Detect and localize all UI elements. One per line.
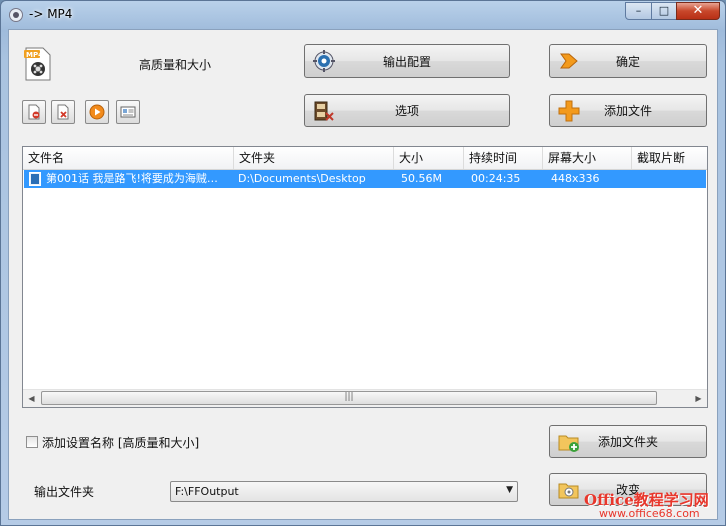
scroll-right-icon[interactable]: ▶ (690, 390, 707, 407)
file-list[interactable]: 文件名 文件夹 大小 持续时间 屏幕大小 截取片断 第001话 我是路飞!将要成… (22, 146, 708, 408)
options-button[interactable]: 选项 (304, 94, 510, 127)
horizontal-scrollbar[interactable]: ◀ ||| ▶ (23, 389, 707, 407)
title-bar[interactable]: -> MP4 – □ ✕ (1, 1, 725, 29)
output-config-label: 输出配置 (382, 54, 431, 69)
clip-cell (633, 170, 706, 188)
maximize-button[interactable]: □ (651, 2, 677, 20)
add-file-label: 添加文件 (603, 104, 652, 118)
column-header[interactable]: 持续时间 (464, 147, 543, 169)
output-folder-label: 输出文件夹 (34, 485, 95, 499)
play-button[interactable] (85, 100, 109, 124)
watermark-url: www.office68.com (599, 507, 700, 520)
column-header[interactable]: 文件夹 (234, 147, 394, 169)
table-row[interactable]: 第001话 我是路飞!将要成为海贼… D:\Documents\Desktop … (24, 170, 706, 188)
clear-button[interactable] (51, 100, 75, 124)
options-label: 选项 (394, 104, 419, 118)
size-cell: 50.56M (401, 172, 442, 185)
output-folder-value: F:\FFOutput (175, 485, 239, 498)
column-header[interactable]: 截取片断 (632, 147, 707, 169)
file-name-cell: 第001话 我是路飞!将要成为海贼… (46, 172, 218, 185)
remove-button[interactable] (22, 100, 46, 124)
add-folder-label: 添加文件夹 (597, 435, 658, 449)
chevron-down-icon[interactable]: ▼ (506, 485, 513, 495)
append-setting-name-option[interactable]: 添加设置名称 [高质量和大小] (26, 434, 199, 450)
mp4-file-icon: MP4 (24, 47, 51, 81)
close-button[interactable]: ✕ (676, 2, 720, 20)
append-setting-name-label: 添加设置名称 [高质量和大小] (42, 435, 200, 450)
app-window: -> MP4 – □ ✕ MP4 高质量和大小 输出配置 确定 选项 添加文件 … (0, 0, 726, 526)
remove-icon (28, 104, 40, 120)
add-file-button[interactable]: 添加文件 (549, 94, 707, 127)
minimize-button[interactable]: – (625, 2, 652, 20)
append-setting-name-checkbox[interactable] (26, 436, 38, 448)
dialog-body: MP4 高质量和大小 输出配置 确定 选项 添加文件 文件名 文件夹 大小 持续… (8, 29, 718, 520)
ok-label: 确定 (615, 54, 640, 69)
info-button[interactable] (116, 100, 140, 124)
folder-cell: D:\Documents\Desktop (238, 172, 366, 185)
svg-text:MP4: MP4 (26, 51, 43, 59)
play-icon (89, 104, 105, 120)
add-folder-button[interactable]: 添加文件夹 (549, 425, 707, 458)
preset-label: 高质量和大小 (139, 58, 212, 72)
output-folder-select[interactable]: F:\FFOutput ▼ (170, 481, 518, 502)
video-file-icon (29, 172, 41, 186)
clear-icon (57, 104, 69, 120)
window-title: -> MP4 (29, 7, 73, 21)
app-icon[interactable] (9, 8, 23, 22)
column-header[interactable]: 屏幕大小 (543, 147, 632, 169)
duration-cell: 00:24:35 (471, 172, 521, 185)
screen-size-cell: 448x336 (551, 172, 600, 185)
output-config-button[interactable]: 输出配置 (304, 44, 510, 78)
info-icon (120, 106, 136, 118)
ok-button[interactable]: 确定 (549, 44, 707, 78)
scroll-left-icon[interactable]: ◀ (23, 390, 40, 407)
column-header[interactable]: 文件名 (23, 147, 234, 169)
file-list-header: 文件名 文件夹 大小 持续时间 屏幕大小 截取片断 (23, 147, 707, 170)
column-header[interactable]: 大小 (394, 147, 464, 169)
scroll-thumb[interactable]: ||| (41, 391, 657, 405)
